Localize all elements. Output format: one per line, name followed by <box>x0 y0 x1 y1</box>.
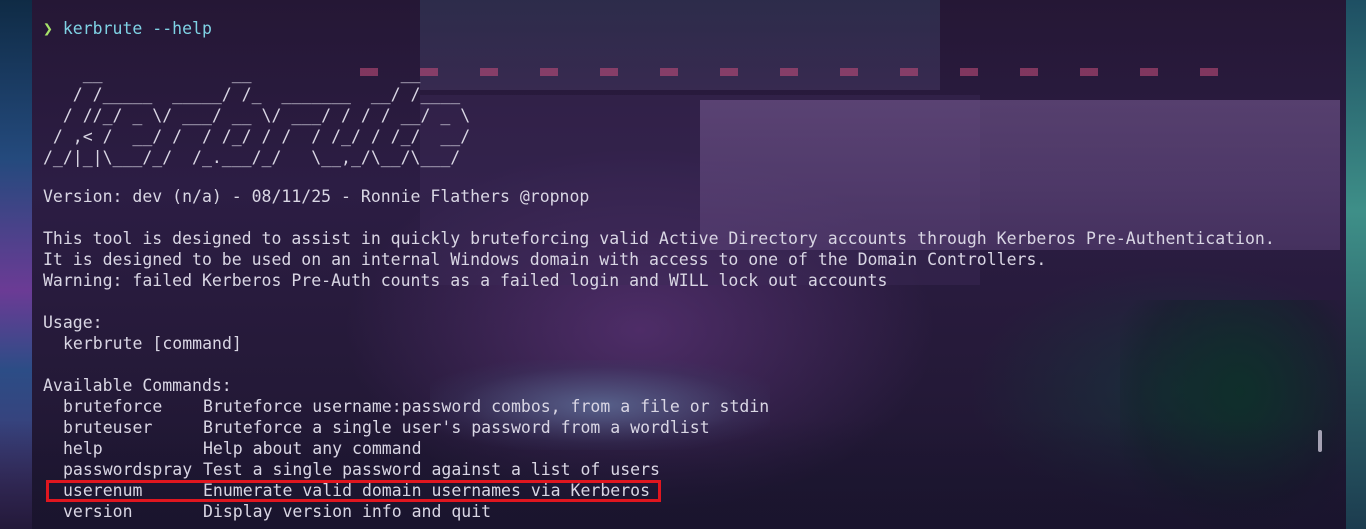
userenum-highlight-box <box>46 480 661 502</box>
description-line: It is designed to be used on an internal… <box>43 250 1047 269</box>
command-row-bruteuser: bruteuser Bruteforce a single user's pass… <box>43 417 710 438</box>
usage-heading: Usage: <box>43 313 103 332</box>
terminal-window[interactable]: ❯ kerbrute --help __ __ __ / /_____ ____… <box>0 0 1366 529</box>
warning-line: Warning: failed Kerberos Pre-Auth counts… <box>43 271 888 290</box>
commands-heading: Available Commands: <box>43 376 232 395</box>
command-row-bruteforce: bruteforce Bruteforce username:password c… <box>43 396 769 417</box>
version-line: Version: dev (n/a) - 08/11/25 - Ronnie F… <box>43 187 590 206</box>
usage-syntax: kerbrute [command] <box>63 334 242 353</box>
terminal-scrollbar[interactable] <box>1318 430 1322 452</box>
command-description: Display version info and quit <box>203 502 492 521</box>
command-name: bruteforce <box>63 397 163 416</box>
prompt-line: ❯ kerbrute --help <box>43 18 212 39</box>
banner-line: / //_/ _ \/ ___/ __ \/ ___/ / / / __/ _ … <box>43 106 471 125</box>
terminal-output: ❯ kerbrute --help __ __ __ / /_____ ____… <box>0 0 1366 529</box>
banner-line: / /_____ _____/ /_ _______ __/ /____ <box>43 85 471 104</box>
command-description: Bruteforce a single user's password from… <box>203 418 710 437</box>
command-row-version: version Display version info and quit <box>43 501 491 522</box>
command-description: Bruteforce username:password combos, fro… <box>203 397 770 416</box>
description-line: This tool is designed to assist in quick… <box>43 229 1275 248</box>
command-name: bruteuser <box>63 418 153 437</box>
banner-line: / ,< / __/ / / /_/ / / / /_/ / /_/ __/ <box>43 127 471 146</box>
command-description: Help about any command <box>203 439 422 458</box>
command-row-passwordspray: passwordspray Test a single password agai… <box>43 459 660 480</box>
command-name: passwordspray <box>63 460 193 479</box>
banner-line: /_/|_|\___/_/ /_.___/_/ \__,_/\__/\___/ <box>43 148 471 167</box>
prompt-command: kerbrute --help <box>62 19 212 38</box>
banner-line: __ __ __ <box>43 64 471 83</box>
command-row-help: help Help about any command <box>43 438 422 459</box>
prompt-arrow-icon: ❯ <box>43 19 53 38</box>
command-description: Test a single password against a list of… <box>203 460 660 479</box>
command-name: version <box>63 502 133 521</box>
command-name: help <box>63 439 103 458</box>
